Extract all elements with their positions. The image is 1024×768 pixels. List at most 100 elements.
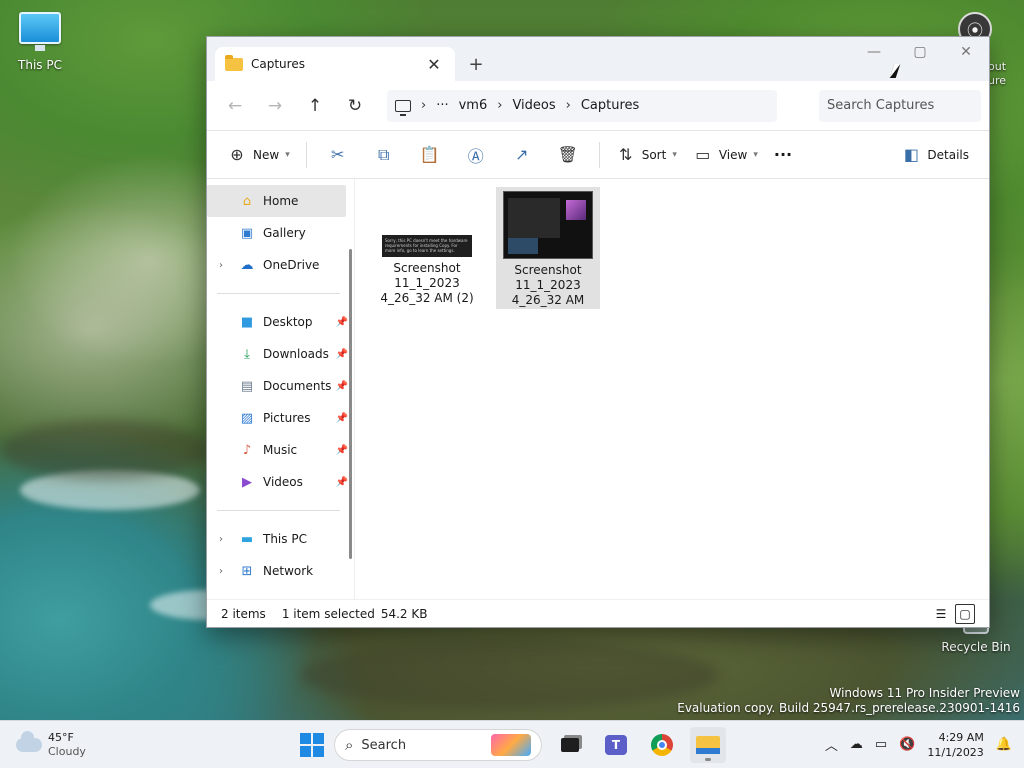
taskbar-search-label: Search xyxy=(361,737,407,753)
forward-button[interactable]: → xyxy=(255,90,295,122)
file-thumbnail xyxy=(503,191,593,259)
new-button[interactable]: ⊕ New ▾ xyxy=(219,138,298,172)
clock[interactable]: 4:29 AM 11/1/2023 xyxy=(927,730,983,760)
taskbar-search[interactable]: ⌕ Search xyxy=(334,729,542,761)
sidebar-item-label: Downloads xyxy=(263,347,329,361)
maximize-button[interactable]: ▢ xyxy=(897,37,943,67)
refresh-button[interactable]: ↻ xyxy=(335,90,375,122)
search-box[interactable] xyxy=(819,89,981,122)
start-button[interactable] xyxy=(300,733,324,757)
file-item-selected[interactable]: Screenshot 11_1_2023 4_26_32 AM xyxy=(496,187,600,309)
sidebar-scrollbar[interactable] xyxy=(349,249,352,559)
sidebar-item-home[interactable]: ⌂ Home xyxy=(207,185,346,217)
chevron-right-icon[interactable]: › xyxy=(566,98,571,113)
details-view-button[interactable]: ☰ xyxy=(931,604,951,624)
selection-count: 1 item selected xyxy=(281,606,375,621)
sidebar-item-gallery[interactable]: ▣ Gallery xyxy=(207,217,354,249)
share-button[interactable]: ↗ xyxy=(499,138,545,172)
desktop-icon: ■ xyxy=(240,314,254,330)
chevron-right-icon[interactable]: › xyxy=(219,566,223,577)
breadcrumb-item-videos[interactable]: Videos xyxy=(512,98,555,113)
tiles-view-button[interactable]: ▢ xyxy=(955,603,975,624)
close-tab-button[interactable]: ✕ xyxy=(423,53,445,75)
weather-temperature: 45°F xyxy=(48,730,74,744)
sidebar-item-music[interactable]: ♪ Music 📌 xyxy=(207,434,354,466)
tab-captures[interactable]: Captures ✕ xyxy=(215,47,455,81)
copy-button[interactable]: ⧉ xyxy=(361,138,407,172)
share-icon: ↗ xyxy=(515,145,529,164)
chevron-right-icon[interactable]: › xyxy=(421,98,426,113)
chevron-right-icon[interactable]: › xyxy=(219,260,223,271)
new-tab-button[interactable]: + xyxy=(459,47,493,81)
pin-icon: 📌 xyxy=(335,444,348,456)
breadcrumb[interactable]: › ··· vm6 › Videos › Captures xyxy=(387,89,777,122)
gallery-icon: ▣ xyxy=(240,225,254,241)
breadcrumb-item-captures[interactable]: Captures xyxy=(581,98,639,113)
search-icon: ⌕ xyxy=(345,736,354,754)
sidebar-item-this-pc[interactable]: › ▬ This PC xyxy=(207,523,354,555)
details-button[interactable]: ◧ Details xyxy=(893,138,977,172)
clipboard-icon: 📋 xyxy=(419,145,440,164)
pin-icon: 📌 xyxy=(335,412,348,424)
taskbar-app-chrome[interactable] xyxy=(644,727,680,763)
view-button[interactable]: ▭ View ▾ xyxy=(685,138,766,172)
paste-button[interactable]: 📋 xyxy=(407,138,453,172)
minimize-button[interactable]: — xyxy=(851,37,897,67)
clock-date: 11/1/2023 xyxy=(927,745,984,759)
file-item[interactable]: Sorry, this PC doesn't meet the hardware… xyxy=(375,187,479,307)
cut-button[interactable]: ✂ xyxy=(315,138,361,172)
sidebar-item-network[interactable]: › ⊞ Network xyxy=(207,555,354,587)
trash-icon: 🗑 xyxy=(557,145,578,164)
sidebar-item-pictures[interactable]: ▨ Pictures 📌 xyxy=(207,402,354,434)
notification-bell-icon[interactable]: 🔔 xyxy=(996,737,1012,752)
sort-button[interactable]: ⇅ Sort ▾ xyxy=(608,138,685,172)
sidebar-item-videos[interactable]: ▶ Videos 📌 xyxy=(207,466,354,498)
sidebar-item-downloads[interactable]: ⤓ Downloads 📌 xyxy=(207,338,354,370)
selection-size: 54.2 KB xyxy=(380,606,428,621)
up-button[interactable]: ↑ xyxy=(295,90,335,122)
taskbar-app-task-view[interactable] xyxy=(552,727,588,763)
search-input[interactable] xyxy=(827,98,973,113)
list-view-icon: ☰ xyxy=(935,606,947,621)
chrome-icon xyxy=(651,734,673,756)
pin-icon: 📌 xyxy=(335,316,348,328)
volume-muted-icon[interactable]: 🔇 xyxy=(899,737,915,752)
sort-icon: ⇅ xyxy=(619,145,633,164)
chevron-up-icon[interactable]: ︿ xyxy=(825,735,838,754)
desktop-icon-this-pc[interactable]: This PC xyxy=(2,12,78,72)
sidebar-item-label: Network xyxy=(263,564,314,578)
cloud-icon: ☁ xyxy=(240,257,254,273)
breadcrumb-item-vm6[interactable]: vm6 xyxy=(459,98,488,113)
tab-title: Captures xyxy=(251,57,305,71)
rename-icon: Ⓐ xyxy=(467,146,484,166)
sidebar-item-onedrive[interactable]: › ☁ OneDrive xyxy=(207,249,354,281)
pin-icon: 📌 xyxy=(335,348,348,360)
large-icons-view-icon: ▢ xyxy=(959,606,971,621)
file-list-view: Sorry, this PC doesn't meet the hardware… xyxy=(355,179,989,599)
new-button-label: New xyxy=(253,147,280,162)
cloud-icon xyxy=(16,730,42,752)
breadcrumb-overflow[interactable]: ··· xyxy=(436,98,448,113)
desktop-icon-label: Recycle Bin xyxy=(941,640,1011,654)
taskbar-app-file-explorer[interactable] xyxy=(690,727,726,763)
network-icon[interactable]: ▭ xyxy=(875,737,887,752)
cliff-shadow xyxy=(300,640,720,710)
file-name: Screenshot 11_1_2023 4_26_32 AM (2) xyxy=(380,261,474,305)
network-icon: ⊞ xyxy=(241,563,253,579)
chevron-right-icon[interactable]: › xyxy=(497,98,502,113)
search-highlight-image xyxy=(491,734,531,756)
sidebar-item-documents[interactable]: ▤ Documents 📌 xyxy=(207,370,354,402)
weather-condition: Cloudy xyxy=(48,744,86,758)
more-options-button[interactable]: ··· xyxy=(766,138,800,172)
cloud-sync-icon[interactable]: ☁ xyxy=(850,737,863,752)
taskbar-app-teams[interactable]: T xyxy=(598,727,634,763)
delete-button[interactable]: 🗑 xyxy=(545,138,591,172)
rename-button[interactable]: Ⓐ xyxy=(453,138,499,172)
weather-widget[interactable]: 45°F Cloudy xyxy=(16,730,86,759)
clock-time: 4:29 AM xyxy=(938,730,984,744)
chevron-right-icon[interactable]: › xyxy=(219,534,223,545)
sidebar-item-desktop[interactable]: ■ Desktop 📌 xyxy=(207,306,354,338)
chevron-down-icon: ▾ xyxy=(285,149,290,160)
close-window-button[interactable]: ✕ xyxy=(943,37,989,67)
back-button[interactable]: ← xyxy=(215,90,255,122)
